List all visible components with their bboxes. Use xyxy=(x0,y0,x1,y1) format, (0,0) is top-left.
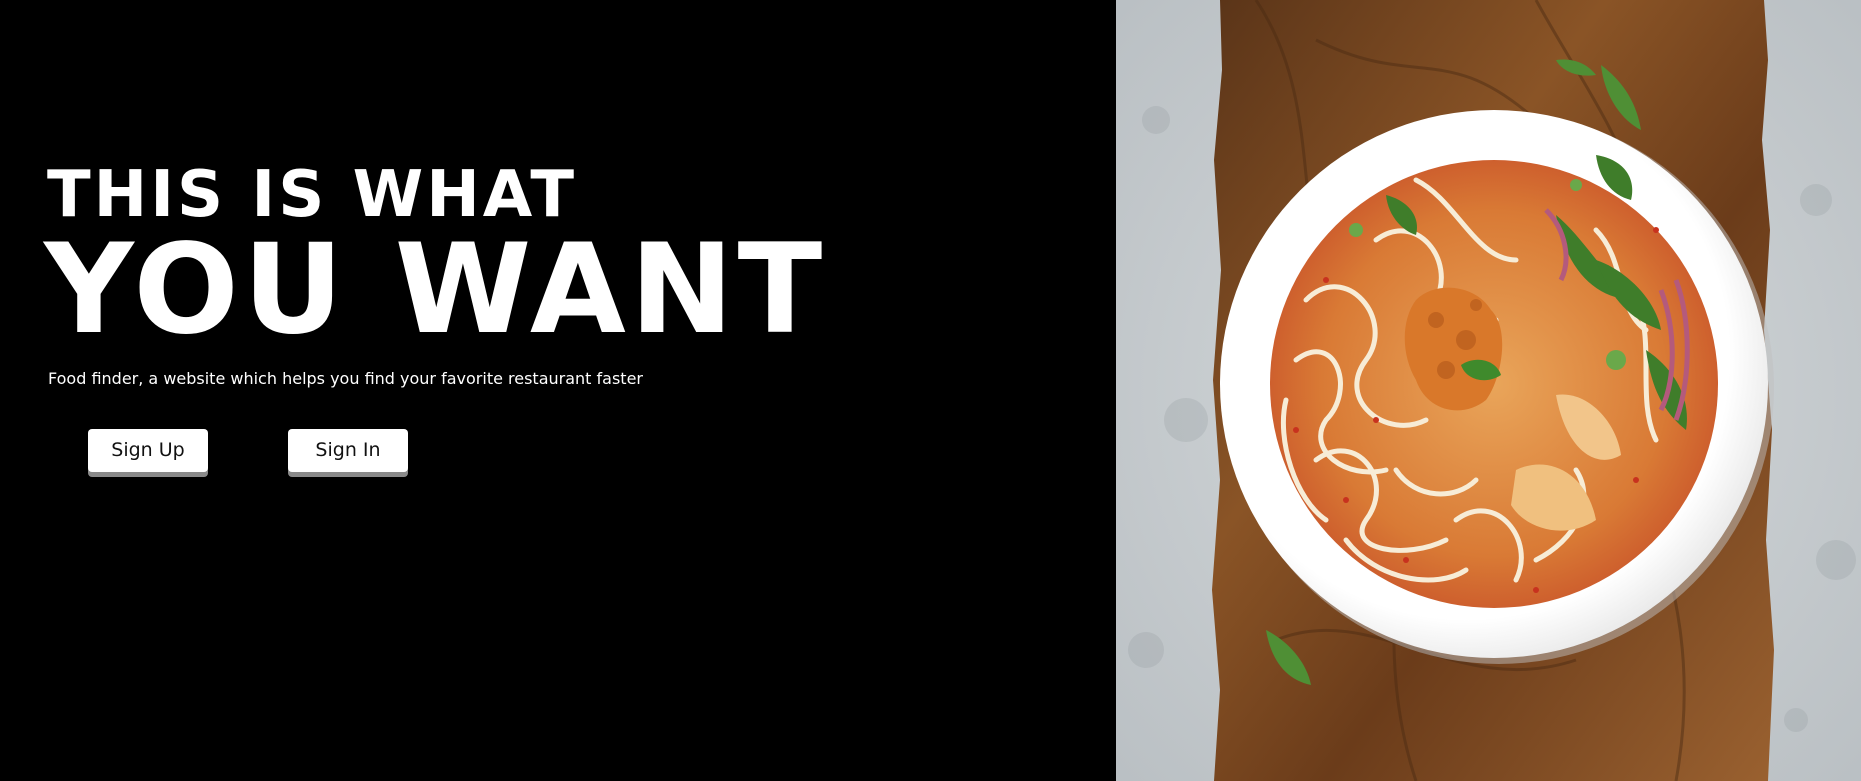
noodle-soup-photo xyxy=(1116,0,1861,781)
sign-up-button[interactable]: Sign Up xyxy=(88,429,208,472)
landing-page: THIS IS WHAT YOU WANT Food finder, a web… xyxy=(0,0,1861,781)
sign-in-button[interactable]: Sign In xyxy=(288,429,408,472)
hero-image-panel xyxy=(1116,0,1861,781)
hero-section: THIS IS WHAT YOU WANT Food finder, a web… xyxy=(0,0,1116,781)
hero-heading-line2: YOU WANT xyxy=(44,218,827,362)
hero-tagline: Food finder, a website which helps you f… xyxy=(48,369,643,388)
